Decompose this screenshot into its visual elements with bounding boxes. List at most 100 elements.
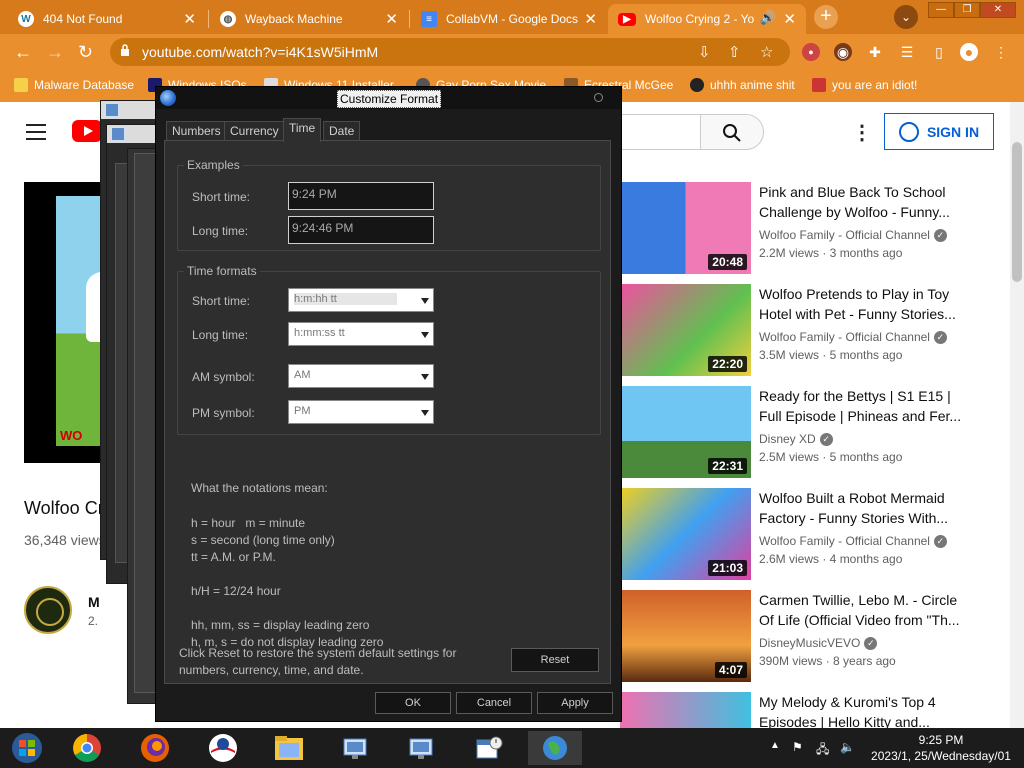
minimize-icon[interactable]: — [928,2,954,18]
video-thumbnail[interactable]: 22:31 [620,386,751,478]
close-window-icon[interactable]: ✕ [980,2,1016,18]
tab-time[interactable]: Time [283,118,322,142]
tab-wayback-machine[interactable]: ◍ Wayback Machine ✕ [210,4,408,34]
chevron-down-icon[interactable] [421,374,429,380]
bookmark-item[interactable]: uhhh anime shit [690,78,795,92]
search-input[interactable] [620,114,700,150]
youtube-logo-icon[interactable] [72,120,102,142]
chevron-down-icon[interactable] [421,298,429,304]
bookmark-item[interactable]: Malware Database [14,78,134,92]
recommendation-title[interactable]: Ready for the Bettys | S1 E15 | Full Epi… [759,386,969,426]
recommendation-channel[interactable]: Wolfoo Family - Official Channel ✓ [759,228,947,242]
pm-symbol-combo[interactable]: PM [288,400,434,424]
recommendation-item[interactable]: 20:48 Pink and Blue Back To School Chall… [620,182,1024,278]
chevron-down-icon[interactable] [421,332,429,338]
recommendation-title[interactable]: Wolfoo Pretends to Play in Toy Hotel wit… [759,284,969,324]
chrome-menu-icon[interactable]: ⋮ [992,43,1010,61]
channel-name[interactable]: M [88,594,100,610]
tab-numbers[interactable]: Numbers [166,121,227,141]
apply-button[interactable]: Apply [537,692,613,714]
recommendation-channel[interactable]: Wolfoo Family - Official Channel ✓ [759,330,947,344]
close-tab-icon[interactable]: ✕ [584,10,597,28]
long-time-combo[interactable]: h:mm:ss tt [288,322,434,346]
recommendation-title[interactable]: Wolfoo Built a Robot Mermaid Factory - F… [759,488,969,528]
tab-wolfoo-crying[interactable]: ▶ Wolfoo Crying 2 - Yo 🔊 ✕ [608,4,806,34]
video-thumbnail[interactable]: 21:03 [620,488,751,580]
video-thumbnail[interactable] [620,692,751,728]
address-bar[interactable]: youtube.com/watch?v=i4K1sW5iHmM ⇩ ⇧ ☆ [110,38,790,66]
taskbar-obama-app[interactable] [196,731,250,765]
back-arrow-icon[interactable]: ← [14,42,32,63]
taskbar-chrome[interactable] [60,731,114,765]
video-thumbnail[interactable]: 22:20 [620,284,751,376]
search-button[interactable] [700,114,764,150]
side-panel-icon[interactable]: ▯ [930,43,948,61]
duration-badge: 21:03 [708,560,747,576]
audio-playing-icon[interactable]: 🔊 [760,10,776,26]
dialog-titlebar[interactable]: Customize Format [156,87,621,109]
cancel-button[interactable]: Cancel [456,692,532,714]
scrollbar-thumb[interactable] [1012,142,1022,282]
settings-dots-icon[interactable]: ⋮ [852,120,872,145]
show-hidden-icons-icon[interactable]: ▲ [770,740,780,751]
close-tab-icon[interactable]: ✕ [385,10,398,28]
recommendation-item[interactable]: 22:31 Ready for the Bettys | S1 E15 | Fu… [620,386,1024,482]
taskbar-firefox[interactable] [128,731,182,765]
control-panel-icon [111,127,125,141]
am-symbol-combo[interactable]: AM [288,364,434,388]
network-icon[interactable]: 🖧 [816,740,829,761]
channel-avatar[interactable] [24,586,72,634]
tab-date[interactable]: Date [323,121,361,141]
install-app-icon[interactable]: ⇩ [698,43,711,61]
tab-404-not-found[interactable]: W 404 Not Found ✕ [8,4,206,34]
start-button[interactable] [0,731,54,765]
reload-icon[interactable]: ↻ [78,42,93,63]
reset-button[interactable]: Reset [511,648,599,672]
profile-avatar-icon[interactable]: ● [960,43,978,61]
bookmark-item[interactable]: you are an idiot! [812,78,917,92]
system-clock[interactable]: 9:25 PM 2023/1, 25/Wednesday/01 [866,732,1016,764]
restore-icon[interactable]: ❐ [954,2,980,18]
ok-button[interactable]: OK [375,692,451,714]
video-thumbnail[interactable]: 4:07 [620,590,751,682]
share-icon[interactable]: ⇧ [728,43,741,61]
tab-collabvm-docs[interactable]: ≡ CollabVM - Google Docs ✕ [411,4,607,34]
extension-flag-icon[interactable]: ● [802,43,820,61]
taskbar-control-panel[interactable] [328,731,382,765]
taskbar-file-explorer[interactable] [262,731,316,765]
recommendation-channel[interactable]: Disney XD ✓ [759,432,833,446]
recommendation-item[interactable]: My Melody & Kuromi's Top 4 Episodes | He… [620,692,1024,728]
close-icon[interactable] [594,93,603,102]
volume-icon[interactable]: 🔈 [840,740,855,754]
recommendation-item[interactable]: 4:07 Carmen Twillie, Lebo M. - Circle Of… [620,590,1024,686]
extensions-puzzle-icon[interactable]: ✚ [866,43,884,61]
taskbar-date-time[interactable] [462,731,516,765]
forward-arrow-icon[interactable]: → [46,42,64,63]
page-scrollbar[interactable] [1010,102,1024,728]
bookmark-label: Malware Database [34,78,135,92]
recommendation-item[interactable]: 22:20 Wolfoo Pretends to Play in Toy Hot… [620,284,1024,380]
bookmark-star-icon[interactable]: ☆ [760,43,773,61]
new-tab-button[interactable]: + [814,5,838,29]
short-time-combo[interactable]: h:m:hh tt [288,288,434,312]
close-tab-icon[interactable]: ✕ [183,10,196,28]
recommendation-title[interactable]: Pink and Blue Back To School Challenge b… [759,182,969,222]
reading-list-icon[interactable]: ☰ [898,43,916,61]
taskbar-region[interactable] [528,731,582,765]
tab-search-button[interactable]: ⌄ [894,5,918,29]
recommendation-title[interactable]: Carmen Twillie, Lebo M. - Circle Of Life… [759,590,969,630]
close-tab-icon[interactable]: ✕ [783,10,796,28]
sign-in-button[interactable]: SIGN IN [884,113,994,150]
chevron-down-icon[interactable] [421,410,429,416]
clock-time: 9:25 PM [918,733,964,747]
taskbar-control-panel-2[interactable] [394,731,448,765]
menu-hamburger-icon[interactable] [26,124,46,145]
action-center-flag-icon[interactable]: ⚑ [792,740,803,754]
recommendation-title[interactable]: My Melody & Kuromi's Top 4 Episodes | He… [759,692,969,728]
video-thumbnail[interactable]: 20:48 [620,182,751,274]
recommendation-channel[interactable]: Wolfoo Family - Official Channel ✓ [759,534,947,548]
tab-currency[interactable]: Currency [224,121,285,141]
recommendation-channel[interactable]: DisneyMusicVEVO ✓ [759,636,878,650]
profile-extension-icon[interactable]: ◉ [834,43,852,61]
recommendation-item[interactable]: 21:03 Wolfoo Built a Robot Mermaid Facto… [620,488,1024,584]
